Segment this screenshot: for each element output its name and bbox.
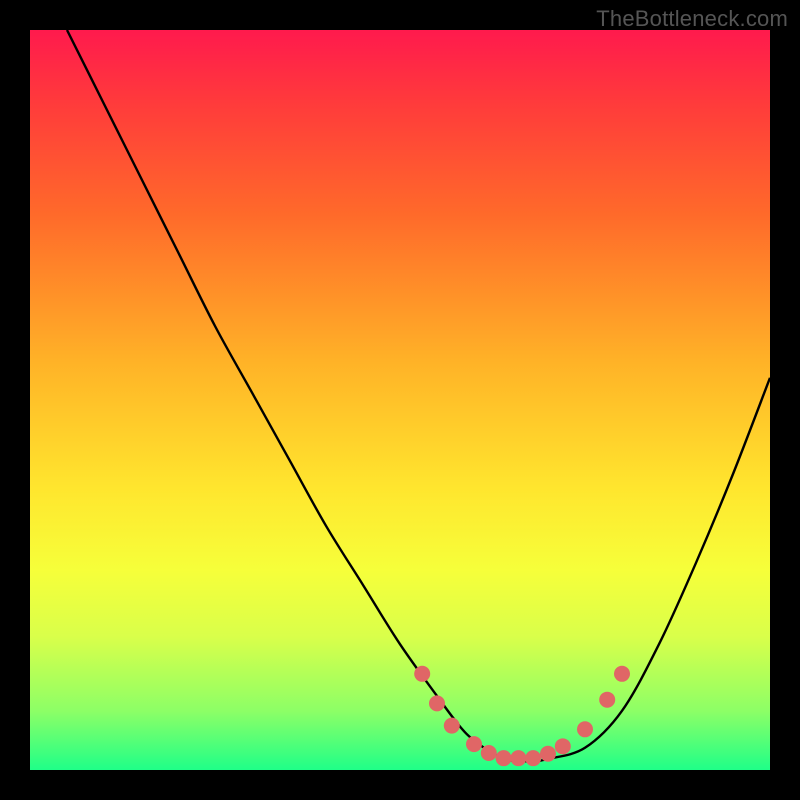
chart-svg: [30, 30, 770, 770]
data-marker: [614, 666, 630, 682]
data-marker: [466, 736, 482, 752]
data-marker: [599, 692, 615, 708]
chart-frame: TheBottleneck.com: [0, 0, 800, 800]
marker-group: [414, 666, 630, 766]
watermark-text: TheBottleneck.com: [596, 6, 788, 32]
data-marker: [577, 721, 593, 737]
data-marker: [481, 745, 497, 761]
data-marker: [444, 718, 460, 734]
data-marker: [540, 746, 556, 762]
data-marker: [555, 738, 571, 754]
data-marker: [429, 695, 445, 711]
plot-area: [30, 30, 770, 770]
data-marker: [496, 750, 512, 766]
bottleneck-curve: [67, 30, 770, 761]
data-marker: [525, 750, 541, 766]
data-marker: [414, 666, 430, 682]
data-marker: [510, 750, 526, 766]
